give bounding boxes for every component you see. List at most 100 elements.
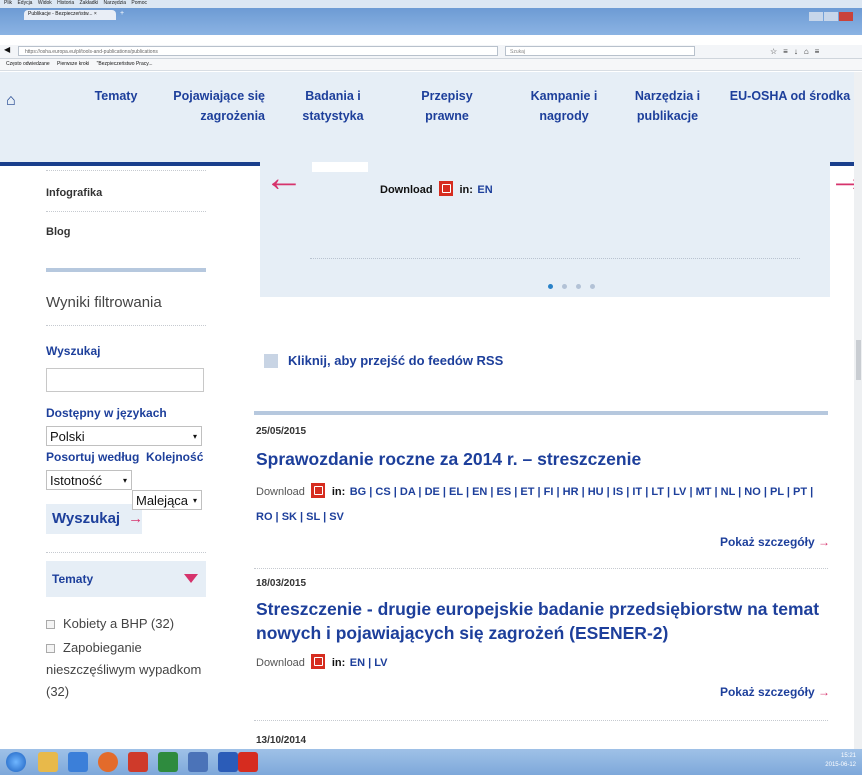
menu-help[interactable]: Pomoc <box>131 0 147 6</box>
publication-date: 18/03/2015 <box>256 578 307 589</box>
carousel-dot[interactable] <box>562 284 567 289</box>
search-input[interactable] <box>46 368 204 392</box>
menu-history[interactable]: Historia <box>57 0 74 6</box>
bookmarks-bar: Często odwiedzane Pierwsze kroki "Bezpie… <box>0 59 862 71</box>
sidebar-separator <box>46 268 206 272</box>
maximize-icon[interactable] <box>824 12 838 21</box>
browser-menubar: Plik Edycja Widok Historia Zakładki Narz… <box>0 0 862 8</box>
arrow-right-icon: → <box>128 510 144 527</box>
search-button[interactable]: Wyszukaj → <box>46 504 144 534</box>
url-field[interactable]: https://osha.europa.eu/pl/tools-and-publ… <box>18 46 498 56</box>
divider <box>46 211 206 212</box>
tab-strip: Publikacje - Bezpieczeństw... × + <box>0 8 862 35</box>
topics-list: Kobiety a BHP (32) Zapobieganie nieszczę… <box>46 613 206 703</box>
site-navigation: ⌂ Tematy Pojawiające się zagrożenia Bada… <box>0 72 862 166</box>
browser-search-field[interactable]: Szukaj <box>505 46 695 56</box>
rss-row: Kliknij, aby przejść do feedów RSS <box>264 352 503 370</box>
browser-tab[interactable]: Publikacje - Bezpieczeństw... × <box>24 10 116 20</box>
download-label: Download <box>256 657 305 669</box>
order-select-value: Malejąca <box>136 493 189 508</box>
show-details-link[interactable]: Pokaż szczegóły → <box>256 685 830 699</box>
menu-bookmarks[interactable]: Zakładki <box>80 0 99 6</box>
language-select-value: Polski <box>50 429 85 444</box>
checkbox-icon[interactable] <box>46 644 55 654</box>
triangle-down-icon <box>184 574 198 583</box>
close-icon[interactable] <box>839 12 853 21</box>
topics-heading: Tematy <box>52 572 94 586</box>
language-links[interactable]: EN | LV <box>350 657 388 669</box>
nav-item-eu-osha[interactable]: EU-OSHA od środka <box>728 86 852 106</box>
scrollbar-thumb[interactable] <box>856 340 861 380</box>
home-icon[interactable]: ⌂ <box>6 92 16 110</box>
taskbar-clock[interactable]: 15:21 2015-06-12 <box>825 752 856 770</box>
firefox-icon[interactable] <box>98 752 118 772</box>
left-sidebar: Infografika Blog Wyniki filtrowania Wysz… <box>46 170 206 703</box>
menu-edit[interactable]: Edycja <box>17 0 32 6</box>
bookmark-item[interactable]: Pierwsze kroki <box>57 61 89 67</box>
carousel-dot[interactable] <box>590 284 595 289</box>
sort-select-value: Istotność <box>50 473 103 488</box>
checkbox-icon[interactable] <box>46 620 55 630</box>
publication-title[interactable]: Streszczenie - drugie europejskie badani… <box>256 597 830 645</box>
topics-accordion[interactable]: Tematy <box>46 561 206 597</box>
languages-label: Dostępny w językach <box>46 406 167 420</box>
bookmark-item[interactable]: Często odwiedzane <box>6 61 50 67</box>
divider <box>46 325 206 326</box>
topic-label: Kobiety a BHP (32) <box>63 616 175 631</box>
vertical-scrollbar[interactable] <box>854 72 862 749</box>
back-icon[interactable]: ◀ <box>4 45 10 54</box>
taskbar-window-button[interactable] <box>258 752 378 772</box>
topic-item[interactable]: Zapobieganie nieszczęśliwym wypadkom (32… <box>46 637 206 703</box>
media-player-icon[interactable] <box>68 752 88 772</box>
divider <box>46 170 206 171</box>
sidebar-link-infografika[interactable]: Infografika <box>46 187 206 199</box>
menu-file[interactable]: Plik <box>4 0 12 6</box>
excel-icon[interactable] <box>158 752 178 772</box>
nav-item-kampanie[interactable]: Kampanie i nagrody <box>505 86 623 126</box>
show-details-label: Pokaż szczegóły <box>719 535 815 549</box>
topic-item[interactable]: Kobiety a BHP (32) <box>46 613 206 635</box>
divider <box>254 720 828 721</box>
network-icon[interactable] <box>188 752 208 772</box>
new-tab-icon[interactable]: + <box>120 10 124 17</box>
order-select[interactable]: Malejąca ▾ <box>132 490 202 510</box>
toolbar-icons[interactable]: ☆≡↓⌂≡ <box>770 47 825 56</box>
menu-tools[interactable]: Narzędzia <box>104 0 127 6</box>
powerpoint-icon[interactable] <box>128 752 148 772</box>
menu-view[interactable]: Widok <box>38 0 52 6</box>
divider <box>254 568 828 569</box>
carousel-dot[interactable] <box>576 284 581 289</box>
language-link[interactable]: EN <box>477 184 492 196</box>
arrow-right-icon: → <box>818 685 830 699</box>
divider <box>46 552 206 553</box>
sidebar-link-blog[interactable]: Blog <box>46 226 206 238</box>
arrow-right-icon: → <box>818 535 830 549</box>
show-details-label: Pokaż szczegóły <box>719 685 815 699</box>
window-controls <box>808 8 856 21</box>
bookmark-item[interactable]: "Bezpieczeństwo Pracy... <box>97 61 153 67</box>
in-label: in: <box>459 184 473 196</box>
carousel-dot[interactable] <box>548 284 553 289</box>
rss-link[interactable]: Kliknij, aby przejść do feedów RSS <box>288 353 503 368</box>
publication-title[interactable]: Sprawozdanie roczne za 2014 r. – streszc… <box>256 447 830 471</box>
start-button-icon[interactable] <box>6 752 26 772</box>
nav-item-zagrozenia[interactable]: Pojawiające się zagrożenia <box>165 86 265 126</box>
chevron-down-icon: ▾ <box>122 476 127 485</box>
sort-select[interactable]: Istotność ▾ <box>46 470 132 490</box>
nav-item-przepisy[interactable]: Przepisy prawne <box>398 86 496 126</box>
search-button-label: Wyszukaj <box>52 510 121 527</box>
language-select[interactable]: Polski ▾ <box>46 426 202 446</box>
nav-item-badania[interactable]: Badania i statystyka <box>278 86 388 126</box>
carousel-prev-arrow-icon[interactable]: ← <box>264 158 304 198</box>
nav-item-narzedzia[interactable]: Narzędzia i publikacje <box>625 86 710 126</box>
word-icon[interactable] <box>218 752 238 772</box>
publication-item: 25/05/2015 Sprawozdanie roczne za 2014 r… <box>256 426 830 549</box>
show-details-link[interactable]: Pokaż szczegóły → <box>256 535 830 549</box>
explorer-icon[interactable] <box>38 752 58 772</box>
pdf-icon <box>311 654 326 669</box>
minimize-icon[interactable] <box>809 12 823 21</box>
pdf-icon <box>439 181 454 196</box>
carousel-download-line: Download in: EN <box>380 180 493 198</box>
nav-item-tematy[interactable]: Tematy <box>74 86 158 106</box>
pdf-reader-icon[interactable] <box>238 752 258 772</box>
